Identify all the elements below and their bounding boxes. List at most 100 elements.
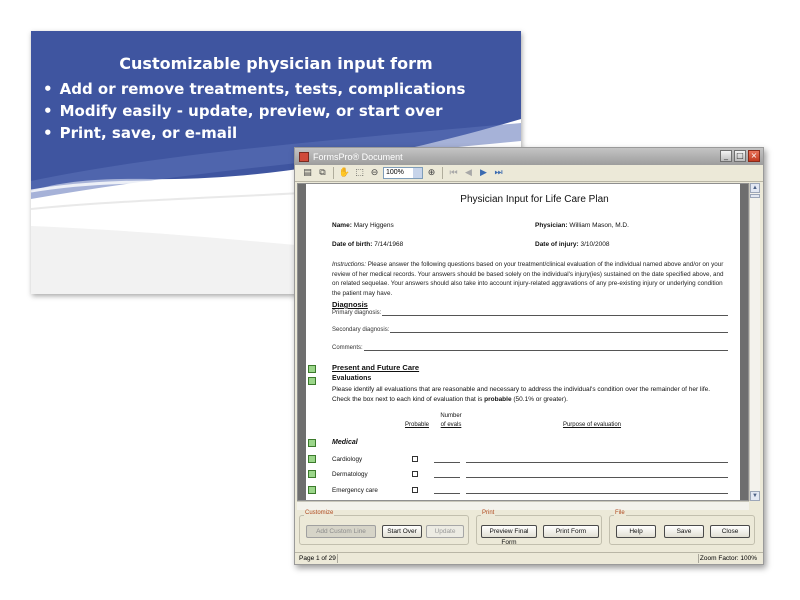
column-purpose: Purpose of evaluation	[562, 422, 622, 428]
status-divider	[698, 554, 699, 563]
horizontal-scrollbar[interactable]	[297, 501, 749, 510]
section-checkbox[interactable]	[308, 377, 316, 385]
form-title: Physician Input for Life Care Plan	[460, 194, 609, 205]
name-label: Name:	[332, 222, 352, 229]
section-checkbox[interactable]	[308, 365, 316, 373]
probable-checkbox[interactable]	[412, 487, 418, 493]
next-page-icon[interactable]: ▶	[477, 167, 490, 179]
evaluation-label: Cardiology	[332, 456, 363, 463]
medical-heading: Medical	[332, 439, 358, 446]
status-bar: Page 1 of 29 Zoom Factor: 100%	[295, 552, 763, 564]
slide-bullet: Modify easily - update, preview, or star…	[43, 100, 465, 122]
physician-name: Physician: William Mason, M.D.	[535, 222, 629, 229]
evaluations-text-bold: probable	[484, 396, 512, 403]
zoom-factor: Zoom Factor: 100%	[699, 555, 757, 562]
app-icon	[299, 151, 309, 162]
update-button[interactable]: Update	[426, 525, 464, 538]
previous-page-icon[interactable]: ◀	[462, 167, 475, 179]
secondary-diagnosis-field[interactable]: Secondary diagnosis:	[332, 327, 728, 333]
copy-icon[interactable]: ⧉	[316, 167, 329, 179]
present-future-care-heading: Present and Future Care	[332, 363, 420, 372]
doi-value: 3/10/2008	[580, 241, 610, 248]
window-title: FormsPro® Document	[313, 151, 403, 162]
zoom-in-icon[interactable]: ⊕	[425, 167, 438, 179]
evaluations-text-b: (50.1% or greater).	[511, 396, 568, 403]
evaluation-row: Emergency care	[332, 487, 728, 497]
document-window: FormsPro® Document _ □ × ▤ ⧉ ✋ ⬚ ⊖ 100% …	[294, 147, 764, 565]
select-tool-icon[interactable]: ⬚	[353, 167, 366, 179]
number-of-evals-field[interactable]	[434, 493, 460, 494]
document-view[interactable]: Physician Input for Life Care Plan Name:…	[297, 183, 749, 501]
window-titlebar[interactable]: FormsPro® Document _ □ ×	[295, 148, 763, 165]
close-button[interactable]: Close	[710, 525, 750, 538]
dob-label: Date of birth:	[332, 241, 373, 248]
slide-bullet-list: Add or remove treatments, tests, complic…	[43, 78, 466, 144]
row-checkbox[interactable]	[308, 486, 316, 494]
start-over-button[interactable]: Start Over	[382, 525, 422, 538]
primary-diagnosis-label: Primary diagnosis:	[332, 310, 382, 316]
number-of-evals-field[interactable]	[434, 462, 460, 463]
section-checkbox-column	[308, 184, 320, 500]
instructions-text: Instructions: Please answer the followin…	[332, 260, 728, 298]
form-page: Physician Input for Life Care Plan Name:…	[332, 184, 737, 500]
minimize-button[interactable]: _	[720, 150, 732, 162]
help-button[interactable]: Help	[616, 525, 656, 538]
probable-checkbox[interactable]	[412, 456, 418, 462]
print-form-button[interactable]: Print Form	[543, 525, 599, 538]
toolbar-divider	[333, 167, 334, 179]
scroll-up-icon[interactable]: ▲	[750, 183, 760, 193]
probable-checkbox[interactable]	[412, 471, 418, 477]
purpose-field[interactable]	[466, 477, 728, 478]
scroll-thumb[interactable]	[750, 194, 760, 198]
slide-bullet: Print, save, or e-mail	[43, 122, 465, 144]
purpose-field[interactable]	[466, 462, 728, 463]
section-checkbox[interactable]	[308, 439, 316, 447]
comments-field[interactable]: Comments:	[332, 345, 728, 351]
primary-diagnosis-field[interactable]: Primary diagnosis:	[332, 310, 728, 316]
page-margin-left	[298, 184, 306, 500]
row-checkbox[interactable]	[308, 470, 316, 478]
save-button[interactable]: Save	[664, 525, 704, 538]
evaluation-label: Emergency care	[332, 487, 378, 494]
page-icon[interactable]: ▤	[301, 167, 314, 179]
toolbar-divider	[442, 167, 443, 179]
comments-label: Comments:	[332, 345, 363, 351]
vertical-scrollbar[interactable]: ▲ ▼	[749, 183, 760, 501]
name-value: Mary Higgens	[353, 222, 394, 229]
secondary-diagnosis-line[interactable]	[390, 327, 728, 333]
patient-name: Name: Mary Higgens	[332, 222, 394, 229]
row-checkbox[interactable]	[308, 455, 316, 463]
maximize-button[interactable]: □	[734, 150, 746, 162]
doi-label: Date of injury:	[535, 241, 579, 248]
preview-final-form-button[interactable]: Preview Final Form	[481, 525, 537, 546]
evaluation-row: Dermatology	[332, 471, 728, 481]
hand-tool-icon[interactable]: ✋	[338, 167, 351, 179]
last-page-icon[interactable]: ⏭	[492, 167, 505, 179]
primary-diagnosis-line[interactable]	[382, 310, 728, 316]
secondary-diagnosis-label: Secondary diagnosis:	[332, 327, 390, 333]
first-page-icon[interactable]: ⏮	[447, 167, 460, 179]
viewer-toolbar: ▤ ⧉ ✋ ⬚ ⊖ 100% ⊕ ⏮ ◀ ▶ ⏭	[295, 165, 763, 182]
comments-line[interactable]	[363, 345, 728, 351]
add-custom-line-button[interactable]: Add Custom Line	[306, 525, 376, 538]
purpose-field[interactable]	[466, 493, 728, 494]
instructions-body: Please answer the following questions ba…	[332, 261, 724, 297]
scroll-down-icon[interactable]: ▼	[750, 491, 760, 501]
close-window-button[interactable]: ×	[748, 150, 760, 162]
dob-value: 7/14/1968	[374, 241, 404, 248]
physician-label: Physician:	[535, 222, 568, 229]
slide-bullet: Add or remove treatments, tests, complic…	[43, 78, 466, 100]
zoom-select[interactable]: 100%	[383, 167, 423, 179]
zoom-out-icon[interactable]: ⊖	[368, 167, 381, 179]
page-indicator: Page 1 of 29	[299, 555, 336, 562]
page-margin-right	[740, 184, 748, 500]
date-of-injury: Date of injury: 3/10/2008	[535, 241, 609, 248]
instructions-label: Instructions:	[332, 261, 366, 268]
diagnosis-heading: Diagnosis	[332, 300, 368, 309]
date-of-birth: Date of birth: 7/14/1968	[332, 241, 403, 248]
evaluations-heading: Evaluations	[332, 375, 372, 382]
file-group: File Help Save Close	[609, 510, 755, 545]
customize-group-label: Customize	[304, 510, 335, 516]
number-of-evals-field[interactable]	[434, 477, 460, 478]
column-number-top: Number	[440, 413, 462, 419]
